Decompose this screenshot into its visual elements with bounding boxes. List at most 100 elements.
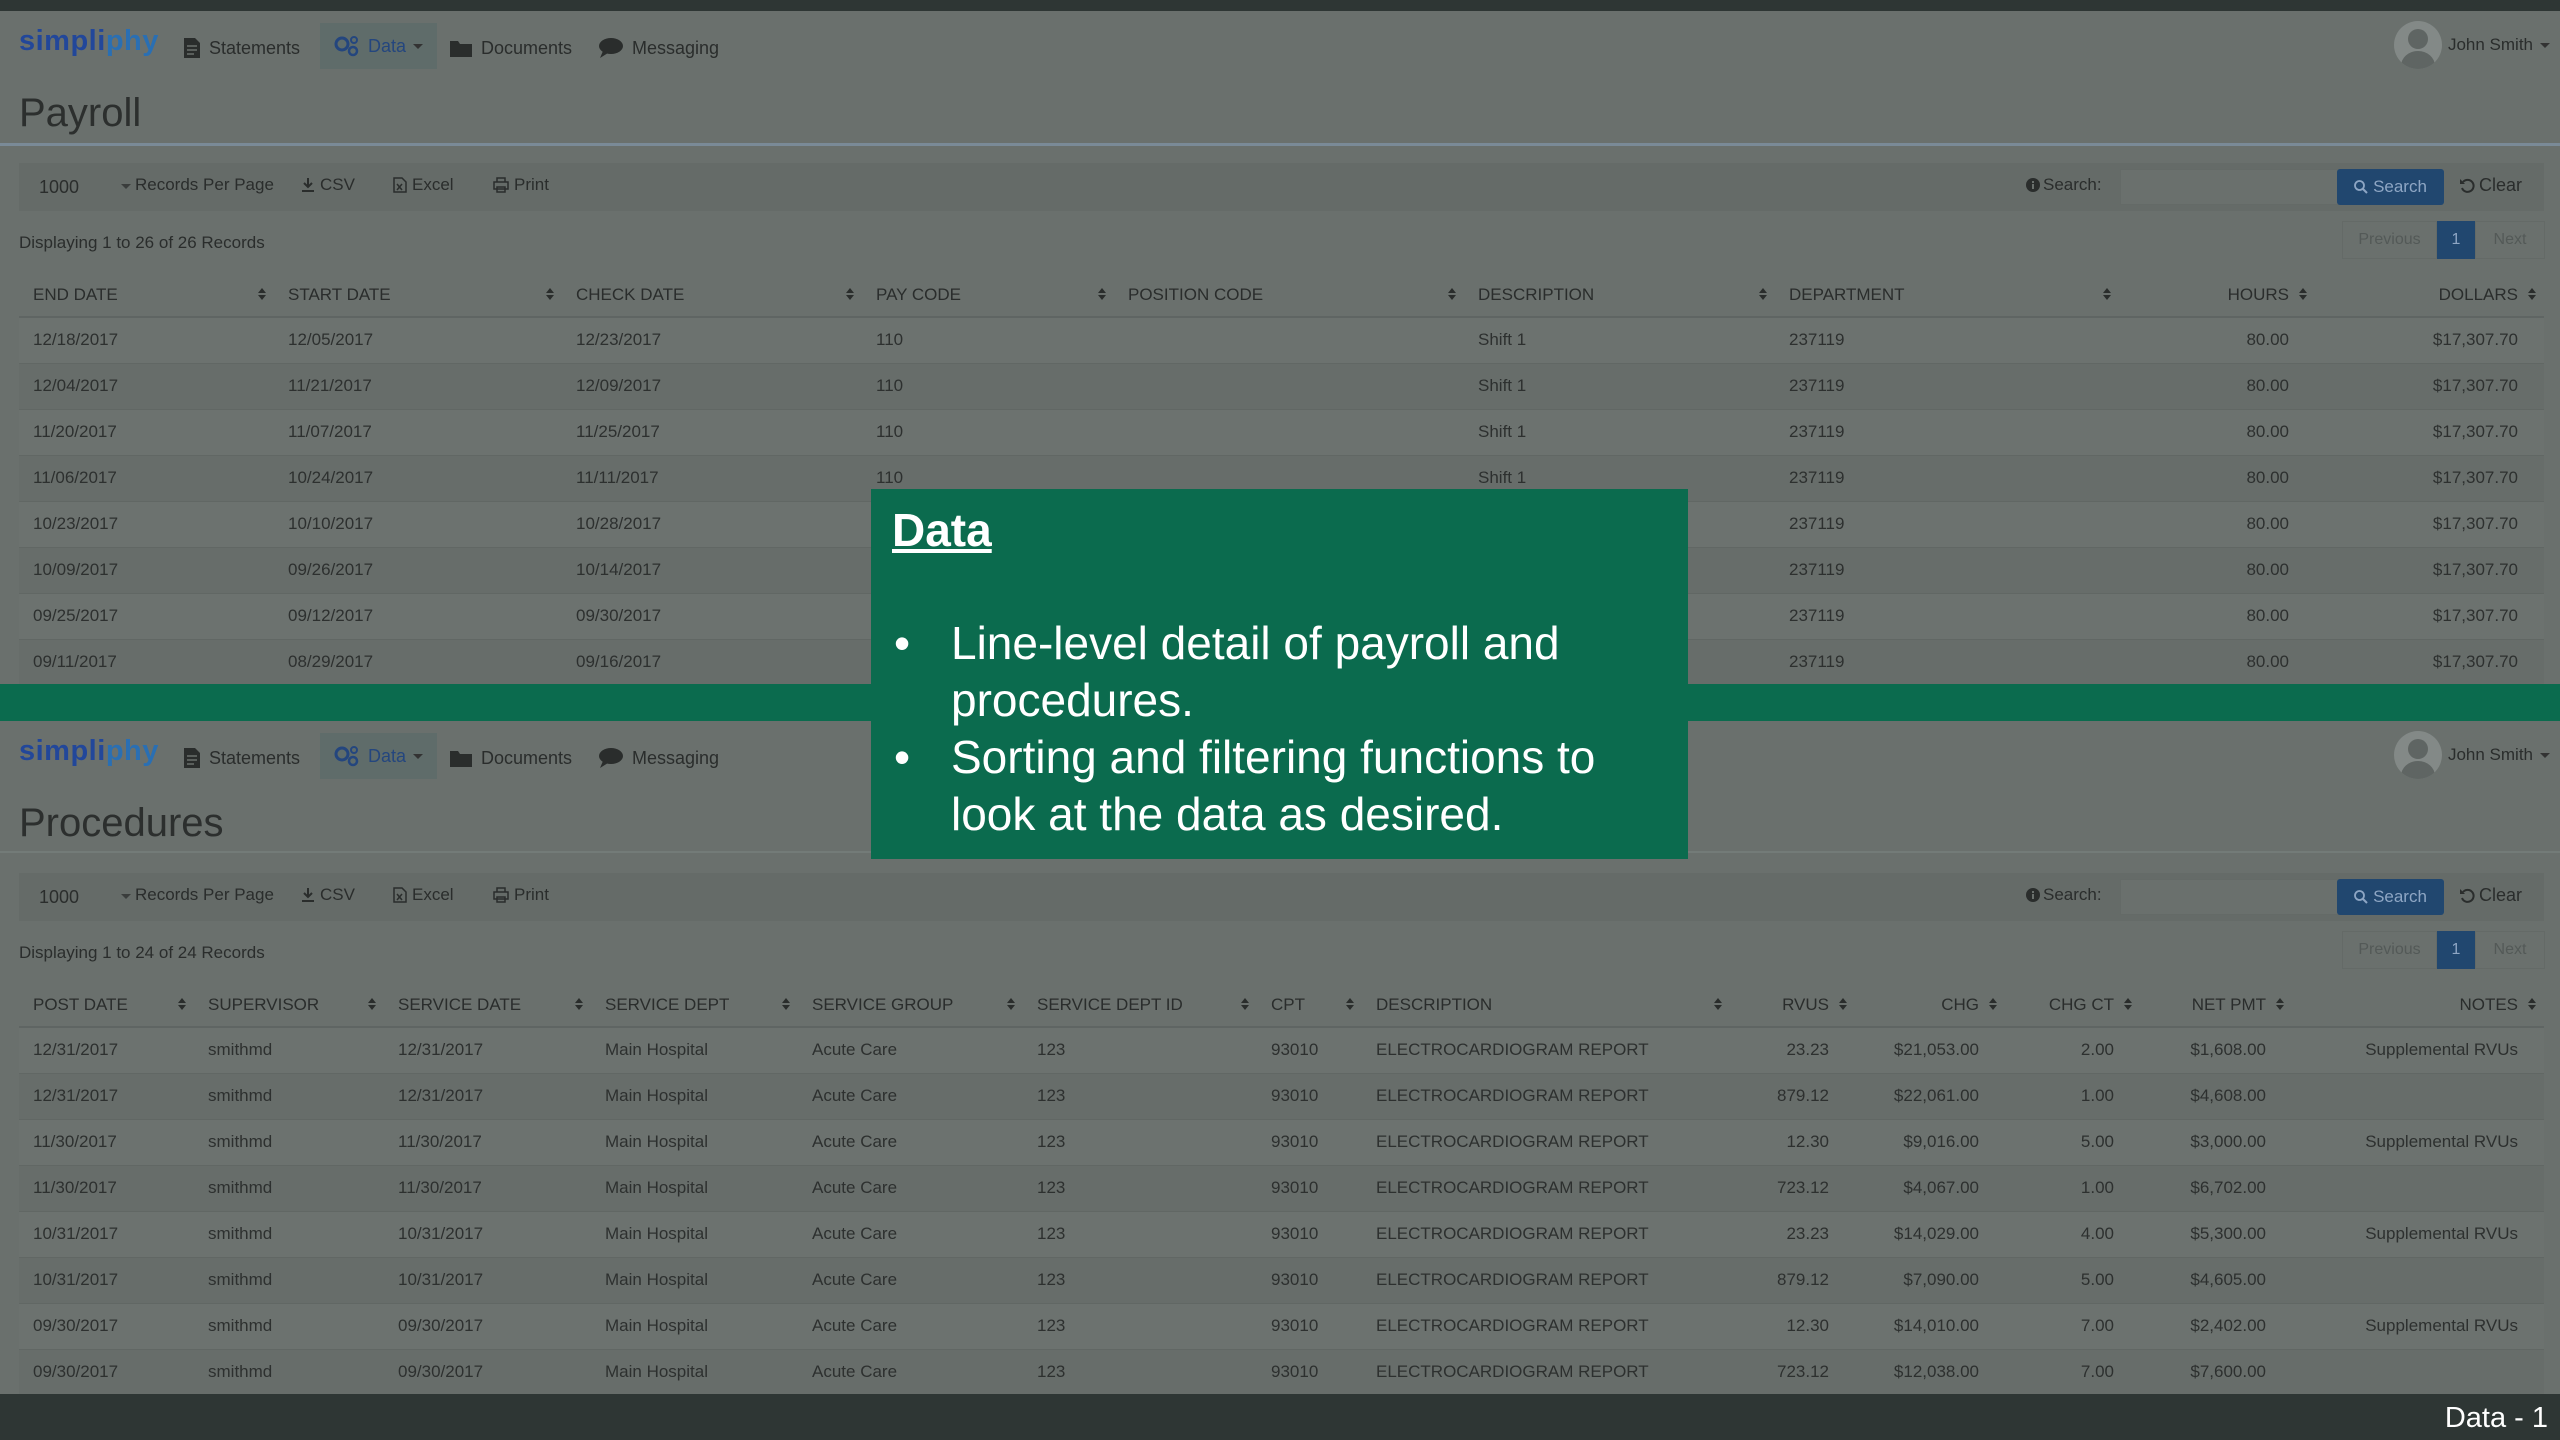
- table-cell: ELECTROCARDIOGRAM REPORT: [1362, 1165, 1730, 1212]
- next-page-button[interactable]: Next: [2475, 221, 2545, 259]
- table-row[interactable]: 12/31/2017 smithmd 12/31/2017 Main Hospital…: [19, 1073, 2544, 1120]
- column-header[interactable]: NET PMT: [2140, 983, 2292, 1028]
- table-cell: 11/30/2017: [19, 1165, 194, 1212]
- column-header[interactable]: CHG CT: [2005, 983, 2140, 1028]
- table-cell: ELECTROCARDIOGRAM REPORT: [1362, 1257, 1730, 1304]
- table-row[interactable]: 09/30/2017 smithmd 09/30/2017 Main Hospital…: [19, 1349, 2544, 1394]
- table-cell: 09/30/2017: [19, 1349, 194, 1394]
- column-header[interactable]: SERVICE DEPT: [591, 983, 798, 1028]
- column-header[interactable]: PAY CODE: [862, 273, 1114, 318]
- table-cell: 80.00: [2119, 455, 2315, 502]
- table-cell: 10/31/2017: [384, 1211, 591, 1258]
- table-cell: [2292, 1073, 2544, 1120]
- previous-page-button[interactable]: Previous: [2342, 221, 2437, 259]
- column-header[interactable]: DESCRIPTION: [1464, 273, 1775, 318]
- table-row[interactable]: 12/04/2017 11/21/2017 12/09/2017 110 Shift 1…: [19, 363, 2544, 410]
- nav-statements[interactable]: Statements: [183, 31, 300, 65]
- table-cell: Acute Care: [798, 1165, 1023, 1212]
- page-size-select[interactable]: 1000: [27, 173, 137, 201]
- clear-button[interactable]: Clear: [2459, 175, 2522, 196]
- table-cell: [2292, 1165, 2544, 1212]
- brand-logo[interactable]: simpliphy: [19, 25, 159, 58]
- column-header[interactable]: SERVICE GROUP: [798, 983, 1023, 1028]
- undo-icon: [2460, 178, 2475, 193]
- user-menu[interactable]: John Smith: [2393, 731, 2550, 779]
- nav-documents[interactable]: Documents: [449, 741, 572, 775]
- column-header[interactable]: SERVICE DEPT ID: [1023, 983, 1257, 1028]
- search-button[interactable]: Search: [2337, 879, 2444, 915]
- chevron-down-icon: [121, 184, 131, 189]
- brand-logo[interactable]: simpliphy: [19, 735, 159, 768]
- nav-data[interactable]: Data: [320, 733, 438, 779]
- search-input[interactable]: [2120, 169, 2345, 205]
- sort-icon: [2124, 998, 2132, 1010]
- table-row[interactable]: 09/30/2017 smithmd 09/30/2017 Main Hospital…: [19, 1303, 2544, 1350]
- excel-button[interactable]: Excel: [393, 885, 454, 905]
- page-size-select[interactable]: 1000: [27, 883, 137, 911]
- sort-icon: [546, 288, 554, 300]
- excel-button[interactable]: Excel: [393, 175, 454, 195]
- current-page-button[interactable]: 1: [2437, 931, 2475, 969]
- table-cell: 10/31/2017: [384, 1257, 591, 1304]
- info-icon: [2026, 888, 2040, 902]
- table-cell: 23.23: [1730, 1211, 1855, 1258]
- table-cell: 123: [1023, 1165, 1257, 1212]
- table-row[interactable]: 11/30/2017 smithmd 11/30/2017 Main Hospital…: [19, 1119, 2544, 1166]
- table-cell: Acute Care: [798, 1211, 1023, 1258]
- column-header[interactable]: DOLLARS: [2315, 273, 2544, 318]
- print-button[interactable]: Print: [493, 175, 549, 195]
- nav-messaging[interactable]: Messaging: [598, 741, 719, 775]
- slide-label: Data - 1: [2444, 1402, 2548, 1434]
- table-row[interactable]: 11/20/2017 11/07/2017 11/25/2017 110 Shift 1…: [19, 409, 2544, 456]
- csv-button[interactable]: CSV: [301, 885, 355, 905]
- table-cell: Supplemental RVUs: [2292, 1211, 2544, 1258]
- column-header[interactable]: SUPERVISOR: [194, 983, 384, 1028]
- column-header[interactable]: SERVICE DATE: [384, 983, 591, 1028]
- column-header[interactable]: START DATE: [274, 273, 562, 318]
- column-header[interactable]: DEPARTMENT: [1775, 273, 2119, 318]
- nav-statements[interactable]: Statements: [183, 741, 300, 775]
- column-header[interactable]: POST DATE: [19, 983, 194, 1028]
- column-header[interactable]: CHECK DATE: [562, 273, 862, 318]
- search-button[interactable]: Search: [2337, 169, 2444, 205]
- table-cell: 1.00: [2005, 1165, 2140, 1212]
- table-cell: 09/30/2017: [384, 1349, 591, 1394]
- procedures-table: POST DATE SUPERVISOR SERVICE DATE SERVIC…: [19, 983, 2544, 1394]
- sort-icon: [1989, 998, 1997, 1010]
- csv-button[interactable]: CSV: [301, 175, 355, 195]
- table-row[interactable]: 11/30/2017 smithmd 11/30/2017 Main Hospital…: [19, 1165, 2544, 1212]
- table-cell: $17,307.70: [2315, 639, 2544, 684]
- search-input[interactable]: [2120, 879, 2345, 915]
- column-header[interactable]: POSITION CODE: [1114, 273, 1464, 318]
- nav-data[interactable]: Data: [320, 23, 438, 69]
- column-header[interactable]: HOURS: [2119, 273, 2315, 318]
- table-row[interactable]: 10/31/2017 smithmd 10/31/2017 Main Hospital…: [19, 1257, 2544, 1304]
- column-header[interactable]: RVUS: [1730, 983, 1855, 1028]
- chevron-down-icon: [121, 894, 131, 899]
- table-cell: 93010: [1257, 1257, 1362, 1304]
- table-cell: 237119: [1775, 455, 2119, 502]
- nav-messaging[interactable]: Messaging: [598, 31, 719, 65]
- table-row[interactable]: 12/18/2017 12/05/2017 12/23/2017 110 Shift 1…: [19, 317, 2544, 364]
- table-row[interactable]: 10/31/2017 smithmd 10/31/2017 Main Hospital…: [19, 1211, 2544, 1258]
- column-header[interactable]: CHG: [1855, 983, 2005, 1028]
- pagination: Previous 1 Next: [2342, 221, 2545, 259]
- clear-button[interactable]: Clear: [2459, 885, 2522, 906]
- gears-icon: [334, 36, 359, 57]
- column-header[interactable]: CPT: [1257, 983, 1362, 1028]
- table-cell: Supplemental RVUs: [2292, 1027, 2544, 1074]
- column-header[interactable]: NOTES: [2292, 983, 2544, 1028]
- table-cell: 11/06/2017: [19, 455, 274, 502]
- user-menu[interactable]: John Smith: [2393, 21, 2550, 69]
- table-row[interactable]: 12/31/2017 smithmd 12/31/2017 Main Hospital…: [19, 1027, 2544, 1074]
- previous-page-button[interactable]: Previous: [2342, 931, 2437, 969]
- table-cell: 11/25/2017: [562, 409, 862, 456]
- search-label: Search:: [2026, 885, 2102, 905]
- nav-documents[interactable]: Documents: [449, 31, 572, 65]
- column-header[interactable]: END DATE: [19, 273, 274, 318]
- next-page-button[interactable]: Next: [2475, 931, 2545, 969]
- print-button[interactable]: Print: [493, 885, 549, 905]
- current-page-button[interactable]: 1: [2437, 221, 2475, 259]
- column-header[interactable]: DESCRIPTION: [1362, 983, 1730, 1028]
- table-cell: $7,090.00: [1855, 1257, 2005, 1304]
